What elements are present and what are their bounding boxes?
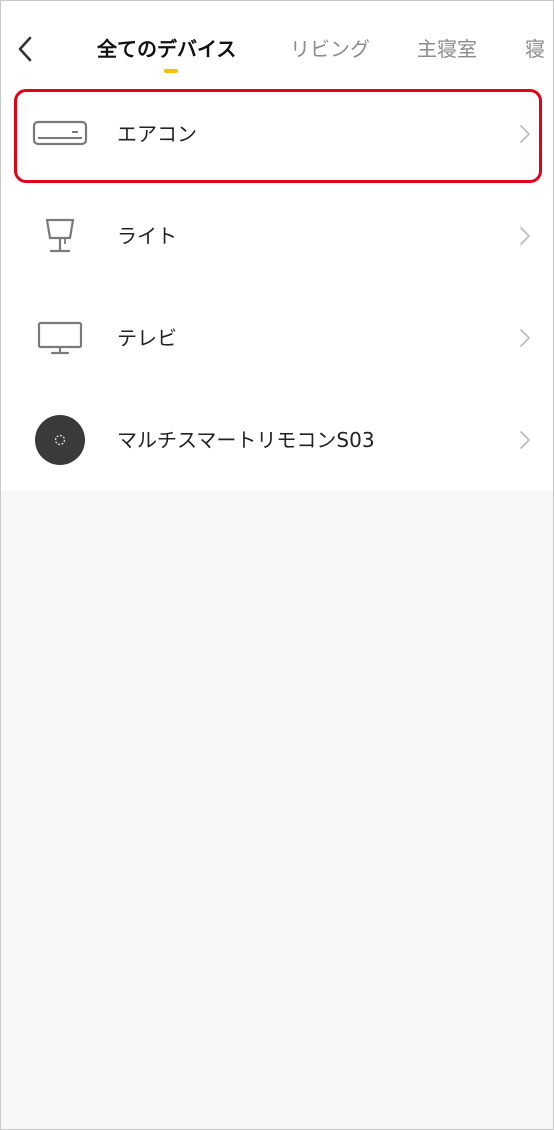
chevron-right-icon — [517, 327, 533, 349]
device-list: エアコン ライト テレビ マルチスマートリモコンS03 — [1, 83, 553, 491]
device-row-light[interactable]: ライト — [1, 185, 553, 287]
device-label: エアコン — [117, 122, 197, 146]
app-screen: 全てのデバイス リビング 主寝室 寝 エアコン ライト テレビ マルチスマートリ… — [0, 0, 554, 1130]
active-tab-indicator — [164, 69, 178, 73]
device-row-air-conditioner[interactable]: エアコン — [1, 83, 553, 185]
smart-remote-icon — [31, 411, 89, 469]
tab-master-bedroom[interactable]: 主寝室 — [417, 35, 477, 63]
device-label: テレビ — [117, 326, 177, 350]
chevron-right-icon — [517, 225, 533, 247]
back-button[interactable] — [9, 31, 41, 67]
device-label: マルチスマートリモコンS03 — [117, 428, 375, 452]
header-bar: 全てのデバイス リビング 主寝室 寝 — [1, 1, 553, 83]
tab-all-devices[interactable]: 全てのデバイス — [97, 35, 236, 63]
device-label: ライト — [117, 224, 177, 248]
tv-icon — [31, 309, 89, 367]
device-row-tv[interactable]: テレビ — [1, 287, 553, 389]
chevron-left-icon — [18, 36, 32, 62]
device-row-smart-remote[interactable]: マルチスマートリモコンS03 — [1, 389, 553, 491]
tab-living[interactable]: リビング — [290, 35, 370, 63]
chevron-right-icon — [517, 123, 533, 145]
lamp-icon — [31, 207, 89, 265]
room-tabs: 全てのデバイス リビング 主寝室 寝 — [97, 1, 553, 83]
chevron-right-icon — [517, 429, 533, 451]
tab-bedroom-partial[interactable]: 寝 — [525, 35, 545, 63]
air-conditioner-icon — [31, 105, 89, 163]
